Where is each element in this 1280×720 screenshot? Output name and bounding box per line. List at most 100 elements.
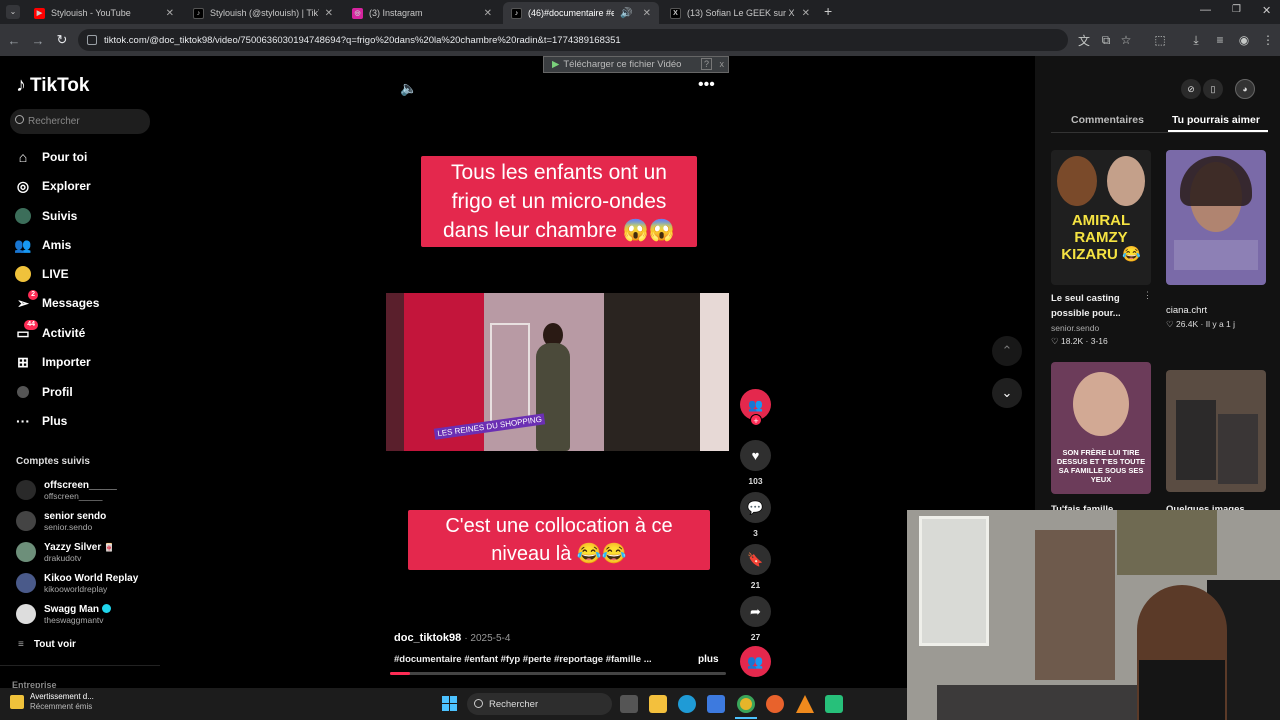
nav-item-live[interactable]: LIVE	[14, 262, 69, 286]
next-video-button[interactable]: ⌄	[992, 378, 1022, 408]
browser-tab[interactable]: ▶ Stylouish - YouTube ✕	[26, 2, 182, 24]
translate-icon[interactable]: 文	[1076, 32, 1092, 48]
see-all-link[interactable]: ≡ Tout voir	[18, 632, 76, 656]
recommended-thumbnail[interactable]: SON FRÈRE LUI TIRE DESSUS ET T'ES TOUTE …	[1051, 362, 1151, 494]
firefox-icon[interactable]	[766, 695, 784, 713]
nav-item-pour-toi[interactable]: ⌂ Pour toi	[14, 145, 88, 169]
url-text: tiktok.com/@doc_tiktok98/video/750063603…	[104, 34, 621, 46]
notification-toast[interactable]: Avertissement d... Récemment émis	[10, 692, 94, 712]
recommended-thumbnail[interactable]	[1166, 150, 1266, 285]
rp-device-icon[interactable]: ▯	[1203, 79, 1223, 99]
compass-icon: ◎	[16, 177, 30, 194]
nav-item-messages[interactable]: ➢ 2 Messages	[14, 290, 99, 315]
recommended-thumbnail[interactable]: AMIRAL RAMZY KIZARU 😂	[1051, 150, 1151, 285]
site-info-icon[interactable]	[87, 35, 97, 45]
close-icon[interactable]: ✕	[802, 8, 810, 19]
sound-disc-button[interactable]: 👥	[740, 646, 771, 677]
video-title[interactable]: Le seul casting possible pour...	[1051, 291, 1141, 321]
more-icon: ···	[16, 413, 30, 429]
nav-item-activite[interactable]: ▭ 44 Activité	[14, 320, 85, 345]
install-icon[interactable]: ⧉	[1098, 32, 1114, 48]
followed-account[interactable]: senior sendo senior.sendo	[16, 508, 106, 534]
save-button[interactable]: 🔖	[740, 544, 771, 575]
edge-icon[interactable]	[678, 695, 696, 713]
video-frame[interactable]: LES REINES DU SHOPPING	[386, 293, 729, 451]
tiktok-logo[interactable]: ♪ TikTok	[16, 74, 89, 97]
rp-compass-icon[interactable]: ⊘	[1181, 79, 1201, 99]
help-icon[interactable]: ?	[700, 58, 712, 70]
window-close-button[interactable]: ✕	[1262, 4, 1271, 17]
store-icon[interactable]	[707, 695, 725, 713]
file-explorer-icon[interactable]	[649, 695, 667, 713]
nav-item-amis[interactable]: 👥 Amis	[14, 233, 71, 257]
browser-tab[interactable]: X (13) Sofian Le GEEK sur X : "Rel ✕	[662, 2, 818, 24]
followed-account[interactable]: Kikoo World Replay kikooworldreplay	[16, 570, 138, 596]
nav-item-suivis[interactable]: Suivis	[14, 204, 77, 228]
video-hashtags[interactable]: #documentaire #enfant #fyp #perte #repor…	[394, 654, 652, 665]
tab-recommended[interactable]: Tu pourrais aimer	[1172, 114, 1260, 126]
nav-item-plus[interactable]: ··· Plus	[14, 409, 67, 433]
close-icon[interactable]: ✕	[166, 8, 174, 19]
more-options-icon[interactable]: ⋮	[1143, 290, 1152, 301]
more-link[interactable]: plus	[698, 654, 719, 665]
reload-icon[interactable]: ↻	[54, 32, 70, 48]
previous-video-button[interactable]: ⌃	[992, 336, 1022, 366]
nav-item-profil[interactable]: Profil	[14, 380, 73, 404]
clip-wardrobe-door	[700, 293, 729, 451]
start-button[interactable]	[442, 696, 457, 711]
volume-icon[interactable]: 🔈	[400, 80, 417, 97]
tab-comments[interactable]: Commentaires	[1071, 114, 1144, 126]
followed-account[interactable]: offscreen_____ offscreen_____	[16, 477, 117, 503]
browser-tab-active[interactable]: ♪ (46)#documentaire #enfant 🔊 ✕	[503, 2, 659, 24]
download-banner[interactable]: ▶ Télécharger ce fichier Vidéo ? x	[543, 56, 729, 73]
caption-bottom: C'est une collocation à ce niveau là 😂😂	[408, 510, 710, 570]
search-input[interactable]: Rechercher	[10, 109, 150, 134]
chrome-icon[interactable]	[737, 695, 755, 713]
app-icon[interactable]	[825, 695, 843, 713]
extensions-icon[interactable]: ⬚	[1152, 32, 1168, 48]
video-progress-bar[interactable]	[390, 672, 726, 675]
video-author[interactable]: senior.sendo	[1051, 323, 1099, 333]
close-icon[interactable]: ✕	[643, 8, 651, 19]
share-icon: ➦	[750, 603, 761, 619]
browser-tab[interactable]: ♪ Stylouish (@stylouish) | TikTok ✕	[185, 2, 341, 24]
followed-account[interactable]: Yazzy Silver 🀄 drakudotv	[16, 539, 114, 565]
maximize-button[interactable]: ❐	[1232, 4, 1241, 15]
minimize-button[interactable]: —	[1200, 4, 1211, 16]
comment-button[interactable]: 💬	[740, 492, 771, 523]
address-bar[interactable]: tiktok.com/@doc_tiktok98/video/750063603…	[78, 29, 1068, 51]
forward-icon[interactable]: →	[30, 32, 46, 48]
media-icon[interactable]: ≡	[1212, 32, 1228, 48]
speaker-icon[interactable]: 🔊	[620, 8, 632, 19]
browser-tab[interactable]: ◎ (3) Instagram ✕	[344, 2, 500, 24]
recommended-thumbnail[interactable]	[1166, 370, 1266, 492]
user-avatar[interactable]: ◕	[1235, 79, 1255, 99]
menu-icon[interactable]: ⋮	[1260, 32, 1276, 48]
close-icon[interactable]: x	[720, 59, 725, 69]
new-tab-button[interactable]: +	[824, 3, 832, 19]
more-options-icon[interactable]: •••	[698, 76, 715, 94]
thumb-caption	[1174, 240, 1258, 270]
like-button[interactable]: ♥	[740, 440, 771, 471]
tab-list-dropdown[interactable]: ⌄	[6, 5, 20, 19]
video-author[interactable]: ciana.chrt	[1166, 305, 1207, 316]
account-handle: offscreen_____	[44, 490, 103, 501]
account-handle: theswaggmantv	[44, 614, 104, 625]
nav-item-explorer[interactable]: ◎ Explorer	[14, 174, 91, 198]
followed-account[interactable]: Swagg Man theswaggmantv	[16, 601, 111, 627]
download-icon[interactable]: ⤓	[1188, 32, 1204, 48]
close-icon[interactable]: ✕	[325, 8, 333, 19]
close-icon[interactable]: ✕	[484, 8, 492, 19]
vlc-icon[interactable]	[796, 695, 814, 713]
taskbar-search[interactable]: Rechercher	[467, 693, 612, 715]
video-stats: ♡ 18.2K · 3-16	[1051, 336, 1108, 346]
creator-avatar-button[interactable]: 👥 +	[740, 389, 771, 426]
follow-plus-icon[interactable]: +	[750, 414, 762, 426]
nav-item-importer[interactable]: ⊞ Importer	[14, 350, 91, 374]
task-view-icon[interactable]	[620, 695, 638, 713]
profile-avatar-icon[interactable]: ◉	[1236, 32, 1252, 48]
share-button[interactable]: ➦	[740, 596, 771, 627]
bookmark-star-icon[interactable]: ☆	[1118, 32, 1134, 48]
video-author[interactable]: doc_tiktok98 · 2025-5-4	[394, 632, 510, 644]
back-icon[interactable]: ←	[6, 32, 22, 48]
